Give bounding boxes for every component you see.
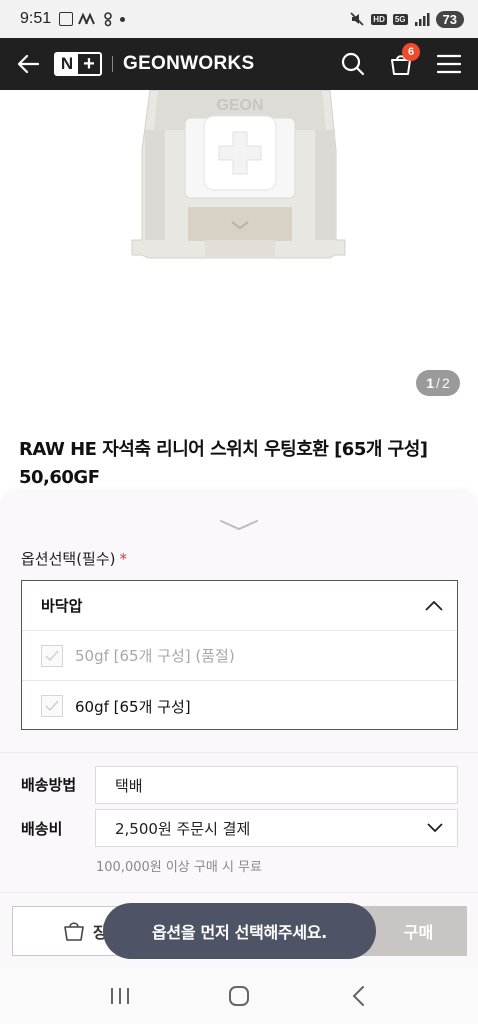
cart-button[interactable]: 6 [384,43,420,81]
shipping-fee-value: 2,500원 주문시 결제 [115,819,251,838]
image-counter-total: 2 [441,375,450,391]
settings-notification-icon [104,12,112,27]
app-header: N + GEONWORKS 6 [0,38,478,90]
option-group-header[interactable]: 바닥압 [22,581,457,631]
shopping-bag-icon [64,922,84,941]
status-time: 9:51 [20,10,52,27]
image-counter: 1/2 [416,370,460,396]
required-mark: * [119,550,128,568]
status-left-icons [59,11,126,27]
buy-now-label: 구매 [403,923,434,942]
mute-icon [350,12,364,26]
check-icon [45,650,59,661]
shipping-method-value: 택배 [115,776,143,795]
section-divider [0,892,478,893]
shipping-fee-select[interactable]: 2,500원 주문시 결제 [95,809,458,847]
screenshot-icon [59,12,74,26]
arrow-left-icon [17,54,39,74]
logo-n: N [56,54,78,74]
home-icon [228,985,249,1006]
status-bar: 9:51 HD 5G 73 [0,0,478,38]
system-nav-bar [0,967,478,1024]
option-item-60gf[interactable]: 60gf [65개 구성] [22,681,457,731]
option-section-label: 옵션선택(필수) * [21,548,127,569]
naver-plus-logo[interactable]: N + [54,52,102,76]
section-divider [0,752,478,753]
product-image-carousel[interactable]: GEON 1/2 [0,89,478,410]
battery-indicator: 73 [435,10,464,28]
back-icon [352,985,365,1006]
header-divider [112,56,113,72]
back-button[interactable] [14,50,42,78]
switch-product-image: GEON [131,89,346,259]
app-notification-icon [78,12,96,25]
recent-apps-icon [110,987,129,1004]
chevron-down-icon [427,823,443,833]
status-right-icons: HD 5G 73 [349,10,464,28]
option-item-label: 50gf [65개 구성] (품절) [75,647,235,665]
logo-plus: + [78,54,100,74]
shipping-method-label: 배송방법 [21,776,77,794]
option-select-dropdown: 바닥압 50gf [65개 구성] (품절) 60gf [65개 구성] [21,580,458,730]
option-checkbox[interactable] [41,695,63,717]
option-item-50gf: 50gf [65개 구성] (품절) [22,631,457,681]
menu-button[interactable] [432,47,466,81]
option-bottom-sheet: 옵션선택(필수) * 바닥압 50gf [65개 구성] (품절) 60gf [6… [0,492,478,967]
signal-icon [414,13,430,26]
image-counter-separator: / [436,375,440,391]
switch-brand-embossing: GEON [216,97,263,114]
hamburger-menu-icon [437,54,461,74]
hd-voice-icon: HD [371,13,387,25]
recent-apps-button[interactable] [100,976,140,1016]
option-label-text: 옵션선택(필수) [21,550,116,568]
option-group-name: 바닥압 [41,597,83,615]
header-actions: 6 [336,43,466,81]
chevron-up-icon [425,600,443,611]
chevron-down-icon[interactable] [219,518,259,532]
option-item-label: 60gf [65개 구성] [75,697,191,716]
check-icon [45,700,59,712]
store-name[interactable]: GEONWORKS [123,53,254,75]
product-title: RAW HE 자석축 리니어 스위치 우팅호환 [65개 구성] 50,60GF [19,439,428,488]
5g-icon: 5G [392,13,408,25]
option-checkbox [41,644,63,667]
system-back-button[interactable] [338,976,378,1016]
toast-message: 옵션을 먼저 선택해주세요. [103,903,376,959]
cart-count-badge: 6 [402,43,420,61]
free-shipping-note: 100,000원 이상 구매 시 무료 [96,860,262,875]
dot-icon [120,16,126,22]
search-icon [341,52,365,76]
home-button[interactable] [219,976,259,1016]
search-button[interactable] [336,47,370,81]
image-counter-current: 1 [426,375,435,391]
shipping-fee-label: 배송비 [21,820,63,838]
shipping-method-field: 택배 [95,766,458,804]
